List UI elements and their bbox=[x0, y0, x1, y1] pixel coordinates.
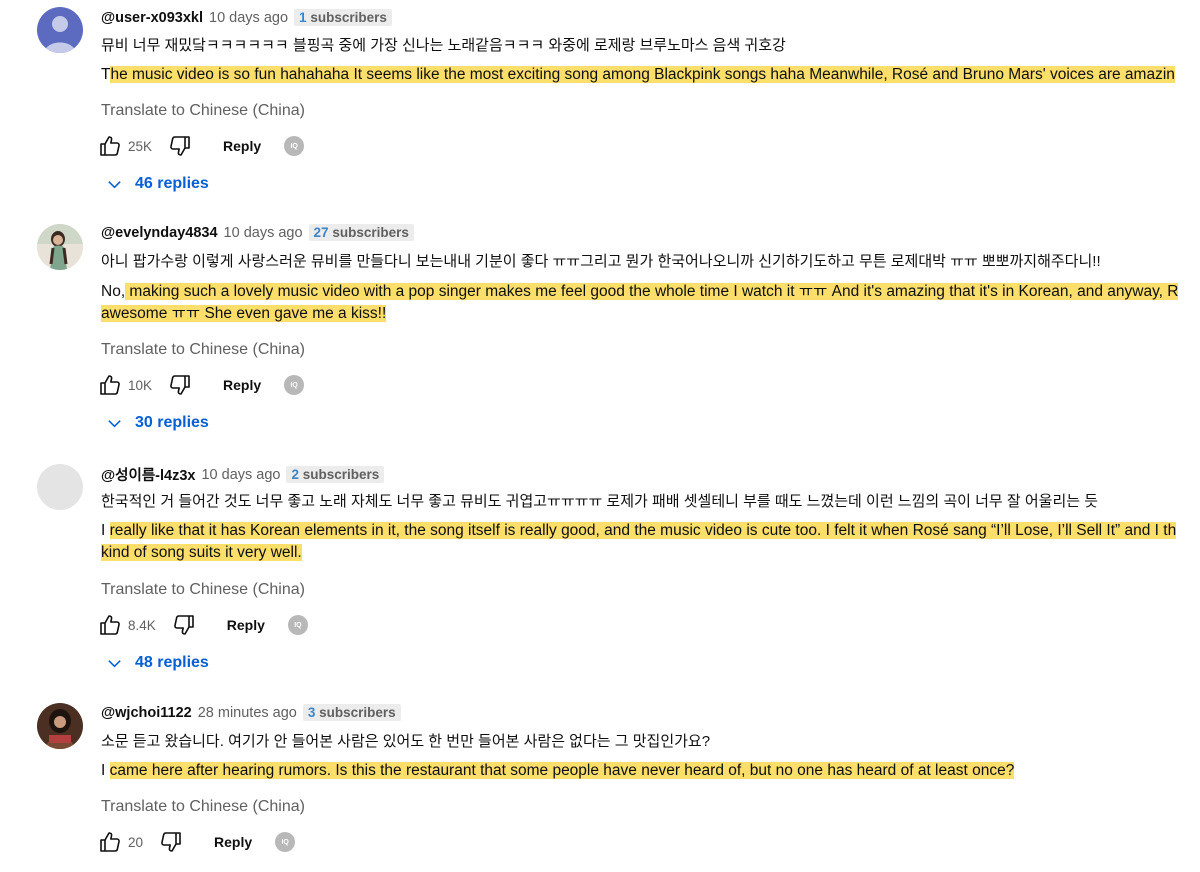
translation-text: No, making such a lovely music video wit… bbox=[101, 281, 1179, 325]
comment-text: 소문 듣고 왔습니다. 여기가 안 들어본 사람은 있어도 한 번만 들어본 사… bbox=[101, 733, 711, 750]
author-handle[interactable]: @evelynday4834 bbox=[101, 225, 218, 241]
comment-header: @user-x093xkl 10 days ago 1 subscribers bbox=[101, 9, 392, 26]
translation-text: I really like that it has Korean element… bbox=[101, 520, 1177, 564]
translate-link[interactable]: Translate to Chinese (China) bbox=[101, 798, 305, 816]
author-handle[interactable]: @wjchoi1122 bbox=[101, 705, 192, 721]
translate-link[interactable]: Translate to Chinese (China) bbox=[101, 102, 305, 120]
translation-line: kind of song suits it very well. bbox=[101, 542, 1176, 564]
iq-icon[interactable]: IQ bbox=[287, 615, 308, 635]
replies-count: 48 replies bbox=[135, 654, 209, 671]
author-handle[interactable]: @user-x093xkl bbox=[101, 10, 203, 26]
comment-thread: @성이름-l4z3x 10 days ago 2 subscribers 한국적… bbox=[0, 455, 1200, 690]
comment-text: 아니 팝가수랑 이렇게 사랑스러운 뮤비를 만들다니 보는내내 기분이 좋다 ㅠ… bbox=[101, 253, 1101, 270]
reply-button[interactable]: Reply bbox=[214, 834, 252, 850]
comment-header: @wjchoi1122 28 minutes ago 3 subscribers bbox=[101, 704, 401, 721]
subscriber-label: subscribers bbox=[332, 225, 409, 240]
timestamp[interactable]: 10 days ago bbox=[224, 225, 303, 241]
comment-header: @성이름-l4z3x 10 days ago 2 subscribers bbox=[101, 464, 385, 485]
subscriber-count: 1 bbox=[299, 10, 307, 25]
subscriber-badge: 2 subscribers bbox=[286, 466, 385, 483]
subscriber-label: subscribers bbox=[310, 10, 387, 25]
subscriber-label: subscribers bbox=[302, 467, 380, 482]
subscriber-count: 2 bbox=[291, 467, 299, 482]
translation-text: The music video is so fun hahahaha It se… bbox=[101, 64, 1175, 86]
translation-line: I came here after hearing rumors. Is thi… bbox=[101, 762, 1015, 779]
subscriber-count: 3 bbox=[307, 705, 316, 720]
translation-line: The music video is so fun hahahaha It se… bbox=[101, 66, 1175, 83]
comment-text: 뮤비 너무 재밌닼ㅋㅋㅋㅋㅋㅋ 블핑곡 중에 가장 신나는 노래같음ㅋㅋㅋ 와중… bbox=[101, 37, 786, 54]
avatar[interactable] bbox=[37, 464, 83, 510]
chevron-down-icon bbox=[108, 180, 121, 188]
avatar[interactable] bbox=[37, 703, 83, 749]
subscriber-label: subscribers bbox=[319, 705, 396, 720]
subscriber-count: 27 bbox=[313, 225, 329, 240]
comment-thread: @user-x093xkl 10 days ago 1 subscribers … bbox=[0, 0, 1200, 210]
comment-actions: 20 Reply IQ bbox=[98, 828, 296, 856]
dislike-icon[interactable] bbox=[172, 613, 196, 637]
translate-link[interactable]: Translate to Chinese (China) bbox=[101, 581, 305, 599]
avatar[interactable] bbox=[37, 224, 83, 270]
reply-button[interactable]: Reply bbox=[227, 617, 265, 633]
like-icon[interactable] bbox=[98, 613, 122, 637]
iq-icon[interactable]: IQ bbox=[275, 832, 296, 852]
comment-text: 한국적인 거 들어간 것도 너무 좋고 노래 자체도 너무 좋고 뮤비도 귀엽고… bbox=[101, 493, 1099, 510]
comment-thread: @evelynday4834 10 days ago 27 subscriber… bbox=[0, 215, 1200, 450]
like-icon[interactable] bbox=[98, 373, 122, 397]
subscriber-badge: 27 subscribers bbox=[308, 224, 414, 241]
dislike-icon[interactable] bbox=[168, 134, 192, 158]
dislike-icon[interactable] bbox=[159, 830, 183, 854]
like-count: 20 bbox=[128, 834, 144, 850]
view-replies-button[interactable]: 30 replies bbox=[106, 414, 209, 432]
translation-text: I came here after hearing rumors. Is thi… bbox=[101, 760, 1015, 782]
author-handle[interactable]: @성이름-l4z3x bbox=[101, 464, 195, 485]
translation-highlight: came here after hearing rumors. Is this … bbox=[109, 762, 1015, 779]
like-icon[interactable] bbox=[98, 830, 122, 854]
view-replies-button[interactable]: 48 replies bbox=[106, 654, 209, 672]
translation-highlight: he music video is so fun hahahaha It see… bbox=[110, 66, 1175, 83]
comment-actions: 10K Reply IQ bbox=[98, 371, 305, 399]
translation-line: No, making such a lovely music video wit… bbox=[101, 283, 1179, 300]
avatar[interactable] bbox=[37, 7, 83, 53]
comment-actions: 8.4K Reply IQ bbox=[98, 611, 308, 639]
timestamp[interactable]: 10 days ago bbox=[201, 467, 280, 483]
reply-button[interactable]: Reply bbox=[223, 138, 261, 154]
like-count: 25K bbox=[128, 138, 153, 154]
reply-button[interactable]: Reply bbox=[223, 377, 261, 393]
replies-count: 46 replies bbox=[135, 175, 209, 192]
translation-highlight: really like that it has Korean elements … bbox=[109, 522, 1177, 539]
timestamp[interactable]: 28 minutes ago bbox=[198, 705, 297, 721]
view-replies-button[interactable]: 46 replies bbox=[106, 175, 209, 193]
translate-link[interactable]: Translate to Chinese (China) bbox=[101, 341, 305, 359]
like-count: 8.4K bbox=[128, 617, 156, 633]
iq-icon[interactable]: IQ bbox=[284, 375, 305, 395]
translation-highlight: making such a lovely music video with a … bbox=[125, 283, 1179, 300]
timestamp[interactable]: 10 days ago bbox=[209, 10, 288, 26]
comment-thread: @wjchoi1122 28 minutes ago 3 subscribers… bbox=[0, 695, 1200, 872]
replies-count: 30 replies bbox=[135, 414, 209, 431]
translation-line: awesome ㅠㅠ She even gave me a kiss!! bbox=[101, 303, 1178, 325]
subscriber-badge: 3 subscribers bbox=[302, 704, 401, 721]
like-icon[interactable] bbox=[98, 134, 122, 158]
translation-highlight: awesome ㅠㅠ She even gave me a kiss!! bbox=[101, 305, 387, 322]
comment-actions: 25K Reply IQ bbox=[98, 132, 305, 160]
subscriber-badge: 1 subscribers bbox=[294, 9, 392, 26]
translation-line: I really like that it has Korean element… bbox=[101, 522, 1177, 539]
dislike-icon[interactable] bbox=[168, 373, 192, 397]
chevron-down-icon bbox=[108, 419, 121, 427]
iq-icon[interactable]: IQ bbox=[284, 136, 305, 156]
comment-header: @evelynday4834 10 days ago 27 subscriber… bbox=[101, 224, 414, 241]
like-count: 10K bbox=[128, 377, 153, 393]
chevron-down-icon bbox=[108, 659, 121, 667]
translation-highlight: kind of song suits it very well. bbox=[101, 544, 302, 561]
